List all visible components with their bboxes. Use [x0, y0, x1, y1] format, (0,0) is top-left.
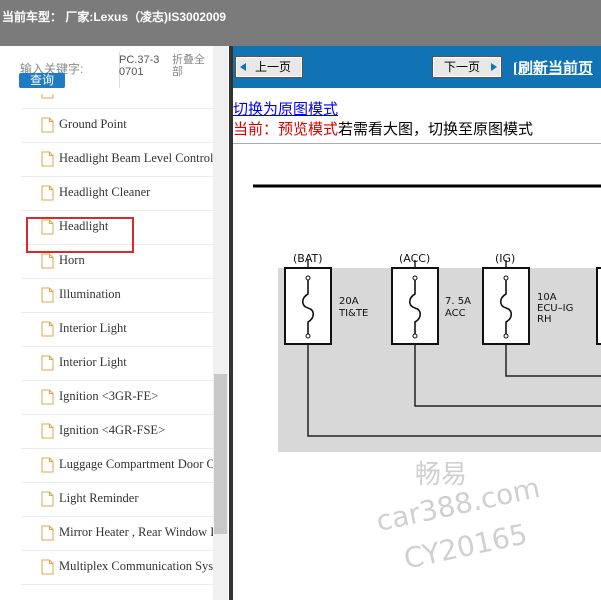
tree-item[interactable]: Interior Light [21, 312, 213, 347]
prev-page-label: 上一页 [255, 60, 292, 74]
document-icon [41, 559, 54, 575]
tree-item-label: Luggage Compartment Door Opener [59, 457, 213, 471]
top-bar: 当前车型： 厂家:Lexus（凌志)IS3002009 [0, 0, 601, 46]
tree-item-label: Ignition <4GR-FSE> [59, 423, 166, 437]
fuse-rating: 7. 5A [445, 296, 471, 307]
tree-item[interactable]: Ignition <4GR-FSE> [21, 414, 213, 449]
fuse-rating: 10A [537, 292, 557, 303]
document-icon [41, 389, 54, 405]
tree-item-label: Ground Point [59, 117, 127, 131]
current-mode-hint: 若需看大图，切换至原图模式 [338, 122, 534, 138]
tree-item-label: Light Reminder [59, 491, 139, 505]
terminal-label: (IG) [495, 252, 515, 265]
tree-item[interactable]: Mirror Heater , Rear Window Defogger [21, 516, 213, 551]
tree-item-label: Ignition <3GR-FE> [59, 389, 159, 403]
current-mode-text: 当前：预览模式若需看大图，切换至原图模式 [233, 118, 533, 139]
document-icon [41, 491, 54, 507]
left-scrollbar[interactable] [213, 46, 228, 600]
arrow-left-icon [240, 63, 246, 71]
tree-item-label: Horn [59, 253, 85, 267]
tree-item-label: Mirror Heater , Rear Window Defogger [59, 525, 213, 539]
tree-item-label: Interior Light [59, 321, 127, 335]
right-pane: 上一页 下一页 [刷新当前页 切换为原图模式 当前：预览模式若需看大图，切换至原… [233, 46, 601, 600]
next-page-label: 下一页 [444, 60, 481, 74]
wiring-diagram: (BAT) (ACC) (IG) 20A TI&TE 7. 5A ACC 10A… [253, 184, 601, 452]
document-icon [41, 253, 54, 269]
document-icon [41, 287, 54, 303]
tree-item[interactable]: Illumination [21, 278, 213, 313]
document-icon [41, 185, 54, 201]
tree-item[interactable]: Headlight Beam Level Control [21, 142, 213, 177]
vehicle-title: 当前车型： 厂家:Lexus（凌志)IS3002009 [2, 10, 227, 24]
tree-item-label: Multiplex Communication System [59, 559, 213, 573]
tree-item-label: Interior Light [59, 355, 127, 369]
document-icon [41, 423, 54, 439]
fuse-acc [391, 260, 439, 345]
tree-item[interactable]: Luggage Compartment Door Opener [21, 448, 213, 483]
tree-item-label: Headlight Cleaner [59, 185, 151, 199]
arrow-right-icon [491, 63, 497, 71]
prev-page-button[interactable]: 上一页 [235, 56, 303, 78]
tree-item-label: Illumination [59, 287, 121, 301]
tree-item[interactable]: Headlight Cleaner [21, 176, 213, 211]
tree-item[interactable]: Interior Light [21, 346, 213, 381]
fuse-name: RH [537, 314, 551, 325]
refresh-link[interactable]: [刷新当前页 [513, 57, 593, 78]
content-divider [233, 143, 601, 144]
document-icon [41, 355, 54, 371]
fuse-name: ACC [445, 308, 466, 319]
fuse-bat [284, 260, 332, 345]
keyword-input[interactable]: PC.37-30701 [119, 54, 165, 78]
collapse-all-button[interactable]: 折叠全部 [172, 54, 212, 78]
document-icon [41, 151, 54, 167]
tree-item[interactable]: Light Reminder [21, 482, 213, 517]
document-icon [41, 525, 54, 541]
left-pane: 输入关键字: PC.37-30701 折叠全部 查询 GGround Point… [0, 46, 230, 600]
fuse-name: ECU–IG [537, 303, 573, 314]
next-page-button[interactable]: 下一页 [432, 56, 502, 78]
fuse-rating: 20A [339, 296, 359, 307]
tree-item[interactable]: G [21, 94, 213, 109]
fuse-partial [596, 267, 601, 345]
watermark-text: 畅易 [415, 460, 468, 490]
tree-item-label: G [59, 94, 68, 98]
document-icon [41, 457, 54, 473]
document-icon [41, 117, 54, 133]
tree-item[interactable]: Multiplex Communication System [21, 550, 213, 585]
nav-bar: 上一页 下一页 [刷新当前页 [233, 46, 601, 88]
tree-item[interactable]: Ignition <3GR-FE> [21, 380, 213, 415]
tree-item-label: Headlight Beam Level Control [59, 151, 213, 165]
scrollbar-thumb[interactable] [214, 374, 227, 534]
tree-list: G Ground Point Headlight Beam Level Contro… [21, 94, 213, 600]
selection-highlight [26, 217, 134, 253]
document-icon [41, 94, 54, 99]
current-mode-label: 当前：预览模式 [233, 122, 339, 138]
switch-original-mode-link[interactable]: 切换为原图模式 [233, 98, 338, 119]
fuse-ig [482, 260, 530, 345]
search-button[interactable]: 查询 [19, 73, 65, 88]
fuse-name: TI&TE [338, 308, 368, 319]
document-icon [41, 321, 54, 337]
tree-item[interactable]: Ground Point [21, 108, 213, 143]
